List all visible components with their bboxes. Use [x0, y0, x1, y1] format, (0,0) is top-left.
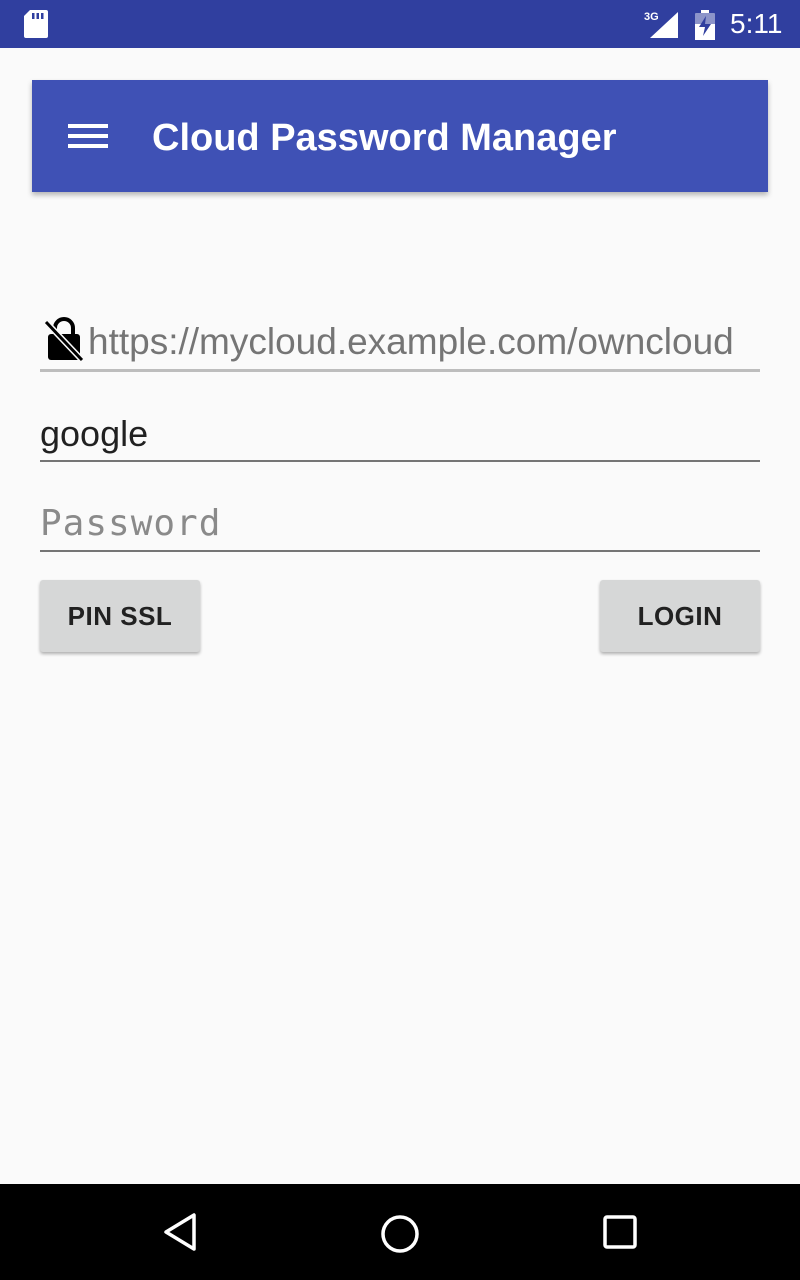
- password-placeholder: Password: [40, 503, 222, 544]
- pin-ssl-button[interactable]: PIN SSL: [40, 580, 200, 652]
- app-title: Cloud Password Manager: [152, 117, 617, 159]
- status-bar: 3G 5:11: [0, 0, 800, 48]
- back-icon[interactable]: [160, 1212, 200, 1252]
- network-type-label: 3G: [644, 11, 659, 23]
- username-value: google: [40, 413, 149, 454]
- server-url-field[interactable]: https://mycloud.example.com/owncloud: [40, 316, 760, 372]
- sd-card-icon: [24, 10, 48, 38]
- hamburger-menu-icon[interactable]: [60, 112, 116, 160]
- recents-icon[interactable]: [600, 1212, 640, 1252]
- app-bar: Cloud Password Manager: [32, 80, 768, 192]
- username-field[interactable]: google: [40, 406, 760, 462]
- unlocked-lock-icon: [44, 317, 84, 362]
- password-field[interactable]: Password: [40, 496, 760, 552]
- home-icon[interactable]: [378, 1212, 422, 1256]
- navigation-bar: [0, 1184, 800, 1280]
- login-button[interactable]: LOGIN: [600, 580, 760, 652]
- server-url-placeholder: https://mycloud.example.com/owncloud: [88, 321, 734, 362]
- battery-charging-icon: [695, 10, 715, 40]
- status-time: 5:11: [730, 8, 783, 39]
- signal-icon: 3G: [644, 11, 678, 38]
